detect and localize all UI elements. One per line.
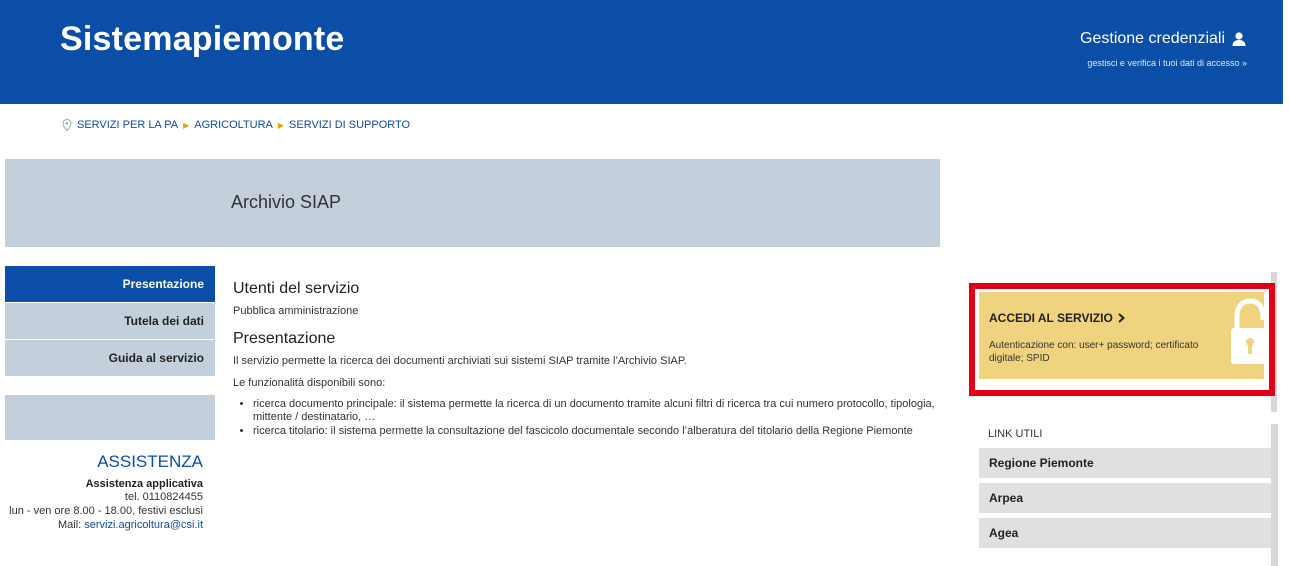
assistance-title: ASSISTENZA [97,452,203,471]
chevron-right-icon [1118,313,1125,323]
padlock-open-icon [1231,298,1264,364]
breadcrumb-separator-icon: ▶ [183,120,190,130]
site-brand[interactable]: Sistemapiemonte [60,20,345,59]
features-list: ricerca documento principale: il sistema… [233,398,953,438]
assistance-panel: ASSISTENZA Assistenza applicativa tel. 0… [5,437,205,532]
nav-item-tutela-dati[interactable]: Tutela dei dati [5,303,215,339]
assistance-subtitle: Assistenza applicativa [85,478,203,490]
title-band: Archivio SIAP [5,159,940,247]
user-icon [1232,32,1246,46]
assistance-hours: lun - ven ore 8.00 - 18.00, festivi escl… [9,505,203,517]
credentials-sublink[interactable]: gestisci e verifica i tuoi dati di acces… [1080,58,1247,68]
nav-spacer [5,395,215,440]
list-item: ricerca titolario: il sistema permette l… [253,425,953,438]
access-service-label: ACCEDI AL SERVIZIO [989,311,1113,325]
breadcrumb-separator-icon: ▶ [277,120,285,130]
breadcrumb-item-servizi-supporto[interactable]: SERVIZI DI SUPPORTO [289,119,410,131]
features-intro: Le funzionalità disponibili sono: [233,377,386,389]
breadcrumb-item-servizi-pa[interactable]: SERVIZI PER LA PA [77,119,178,131]
left-nav: Presentazione Tutela dei dati Guida al s… [5,266,215,440]
users-text: Pubblica amministrazione [233,305,359,317]
links-title: LINK UTILI [988,428,1043,440]
breadcrumb-item-agricoltura[interactable]: AGRICOLTURA [194,119,273,131]
main-content: Utenti del servizio Pubblica amministraz… [233,280,953,439]
assistance-mail: Mail: servizi.agricoltura@csi.it [5,518,203,532]
nav-item-guida-servizio[interactable]: Guida al servizio [5,340,215,376]
nav-item-presentazione[interactable]: Presentazione [5,266,215,302]
access-auth-text: Autenticazione con: user+ password; cert… [989,340,1199,364]
link-regione-piemonte[interactable]: Regione Piemonte [979,448,1271,478]
page-title: Archivio SIAP [231,192,342,212]
presentation-heading: Presentazione [233,330,336,347]
credentials-panel[interactable]: Gestione credenziali gestisci e verifica… [1080,30,1247,68]
link-arpea[interactable]: Arpea [979,483,1271,513]
location-pin-icon [62,119,72,131]
users-heading: Utenti del servizio [233,280,360,297]
breadcrumb: SERVIZI PER LA PA ▶ AGRICOLTURA ▶ SERVIZ… [62,119,410,131]
assistance-mail-link[interactable]: servizi.agricoltura@csi.it [84,519,203,531]
presentation-text: Il servizio permette la ricerca dei docu… [233,355,687,367]
access-service-box[interactable]: ACCEDI AL SERVIZIO Autenticazione con: u… [979,292,1264,379]
credentials-title: Gestione credenziali [1080,30,1225,47]
site-header: Sistemapiemonte Gestione credenziali ges… [0,0,1283,104]
link-agea[interactable]: Agea [979,518,1271,548]
assistance-mail-label: Mail: [57,519,85,531]
access-service-button[interactable]: ACCEDI AL SERVIZIO [989,311,1126,325]
assistance-phone: tel. 0110824455 [124,491,203,503]
list-item: ricerca documento principale: il sistema… [253,398,953,424]
credentials-link[interactable]: Gestione credenziali [1080,30,1247,48]
useful-links: LINK UTILI Regione Piemonte Arpea Agea [979,415,1277,553]
